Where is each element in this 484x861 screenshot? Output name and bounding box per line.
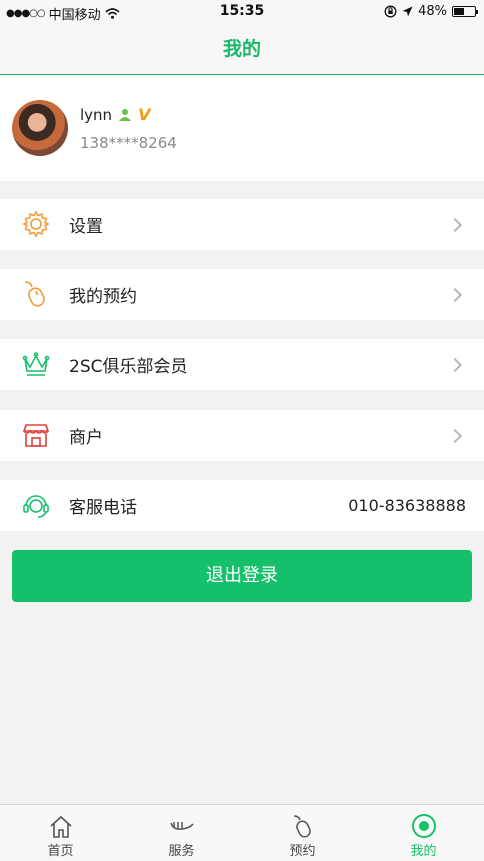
menu-item-settings[interactable]: 设置 — [0, 199, 484, 250]
profile-card[interactable]: lynn V 138****8264 — [0, 75, 484, 181]
username: lynn — [80, 105, 113, 124]
status-bar: ●●●○○ 中国移动 15:35 48% — [0, 0, 484, 24]
menu-label-service: 客服电话 — [69, 498, 137, 518]
battery-fill — [454, 8, 464, 15]
avatar[interactable] — [12, 100, 68, 156]
tab-home[interactable]: 首页 — [0, 805, 121, 861]
tab-booking[interactable]: 预约 — [242, 805, 363, 861]
rotation-lock-icon — [384, 5, 397, 18]
menu-label-club: 2SC俱乐部会员 — [69, 357, 188, 377]
chevron-right-icon — [447, 428, 463, 443]
tab-label-booking: 预约 — [289, 844, 316, 859]
profile-icon — [411, 814, 436, 838]
tab-label-home: 首页 — [47, 844, 74, 859]
headset-icon — [23, 495, 49, 518]
phone-number: 138****8264 — [80, 134, 177, 152]
status-right: 48% — [384, 4, 478, 19]
vip-badge: V — [138, 105, 151, 124]
user-icon — [119, 108, 132, 121]
navigation-bar: 我的 — [0, 24, 484, 75]
menu-label-merchant: 商户 — [69, 428, 103, 448]
chevron-right-icon — [447, 357, 463, 372]
chevron-right-icon — [447, 217, 463, 232]
tab-services[interactable]: 服务 — [121, 805, 242, 861]
page-title: 我的 — [222, 38, 261, 60]
mouse-icon — [293, 815, 311, 838]
home-icon — [49, 815, 72, 838]
menu-label-settings: 设置 — [69, 217, 103, 237]
menu-item-merchant[interactable]: 商户 — [0, 410, 484, 461]
username-row: lynn V — [80, 105, 150, 124]
menu-item-reservations[interactable]: 我的预约 — [0, 269, 484, 320]
mouse-icon — [24, 281, 45, 307]
logout-button[interactable]: 退出登录 — [12, 550, 472, 602]
gear-icon — [22, 210, 50, 238]
service-icon — [169, 822, 194, 830]
battery-icon — [452, 6, 478, 17]
tab-mine[interactable]: 我的 — [363, 805, 484, 861]
service-phone-number[interactable]: 010-83638888 — [348, 496, 466, 515]
chevron-right-icon — [447, 287, 463, 302]
menu-item-customer-service[interactable]: 客服电话 010-83638888 — [0, 480, 484, 531]
tab-label-services: 服务 — [168, 844, 195, 859]
battery-percent: 48% — [418, 4, 447, 19]
menu-item-club-membership[interactable]: 2SC俱乐部会员 — [0, 339, 484, 390]
location-icon — [402, 6, 413, 17]
crown-icon — [22, 352, 50, 376]
tab-label-mine: 我的 — [410, 844, 437, 859]
tab-bar: 首页 服务 预约 我的 — [0, 804, 484, 861]
menu-label-reservations: 我的预约 — [69, 287, 137, 307]
store-icon — [22, 424, 50, 447]
